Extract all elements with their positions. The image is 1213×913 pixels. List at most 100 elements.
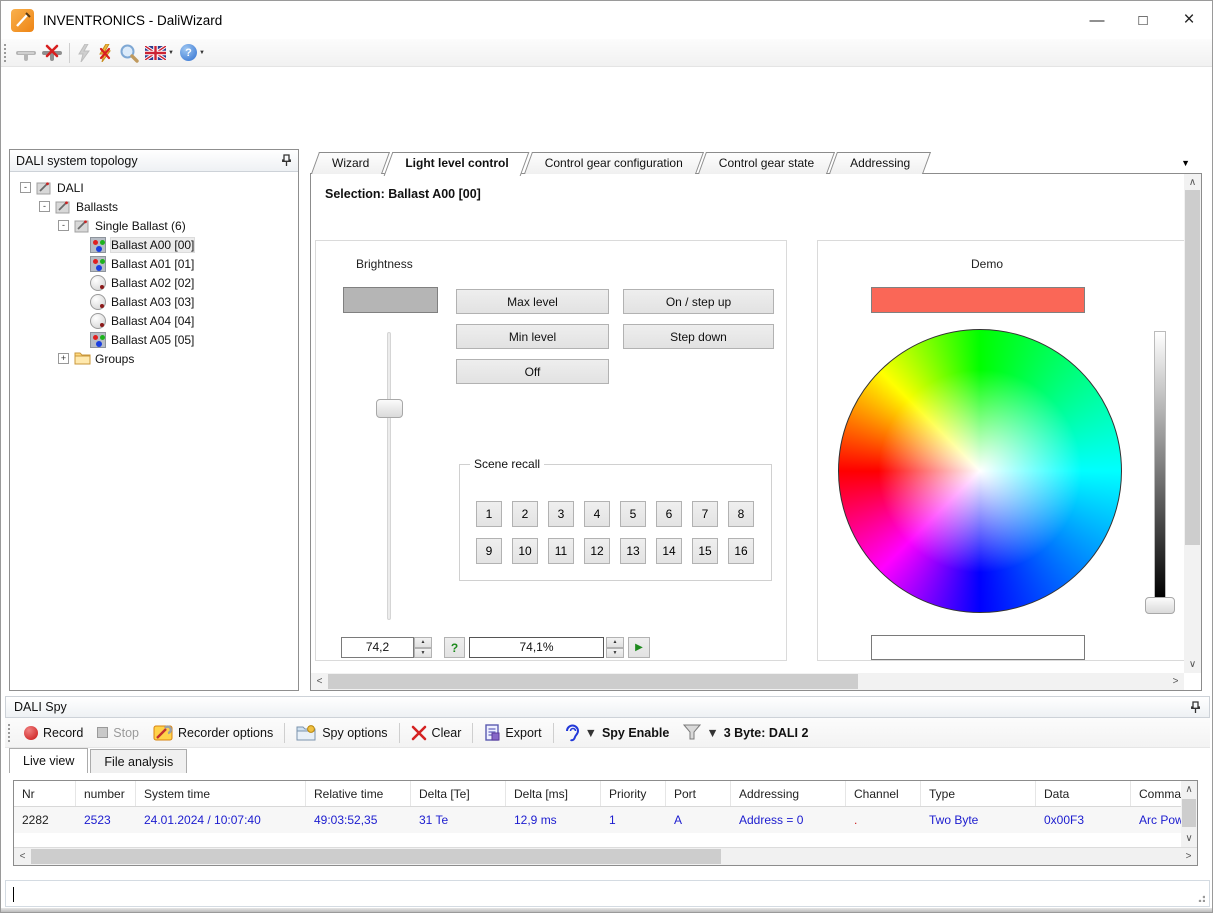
- scrollbar-thumb[interactable]: [1185, 190, 1200, 545]
- tree-item-groups[interactable]: + Groups: [10, 349, 298, 368]
- tree-item-ballasts[interactable]: - Ballasts: [10, 197, 298, 216]
- col-header[interactable]: System time: [136, 781, 306, 806]
- scene-button-8[interactable]: 8: [728, 501, 754, 527]
- power-off-button[interactable]: [94, 41, 116, 65]
- scene-button-15[interactable]: 15: [692, 538, 718, 564]
- spy-enable-button[interactable]: ▼ Spy Enable: [558, 720, 677, 746]
- power-on-button[interactable]: [74, 41, 94, 65]
- apply-play-button[interactable]: ▶: [628, 637, 650, 658]
- pin-icon[interactable]: [281, 154, 292, 167]
- col-header[interactable]: Nr: [14, 781, 76, 806]
- scene-button-2[interactable]: 2: [512, 501, 538, 527]
- record-button[interactable]: Record: [17, 720, 90, 746]
- col-header[interactable]: number: [76, 781, 136, 806]
- scene-button-3[interactable]: 3: [548, 501, 574, 527]
- scrollbar-thumb[interactable]: [1182, 799, 1196, 827]
- col-header[interactable]: Priority: [601, 781, 666, 806]
- tree-item-ballast-a05[interactable]: Ballast A05 [05]: [10, 330, 298, 349]
- table-row[interactable]: 2282 2523 24.01.2024 / 10:07:40 49:03:52…: [14, 807, 1181, 833]
- demo-text-field[interactable]: [871, 635, 1085, 660]
- scroll-right-icon[interactable]: >: [1167, 673, 1184, 690]
- disconnect-button[interactable]: [39, 41, 65, 65]
- brightness-value-input[interactable]: 74,2: [341, 637, 414, 658]
- tab-wizard[interactable]: Wizard: [315, 152, 386, 174]
- spy-options-button[interactable]: Spy options: [289, 720, 394, 746]
- toolbar-grip[interactable]: [4, 44, 8, 62]
- scrollbar-thumb[interactable]: [328, 674, 858, 689]
- tree-item-ballast-a01[interactable]: Ballast A01 [01]: [10, 254, 298, 273]
- scene-button-10[interactable]: 10: [512, 538, 538, 564]
- min-level-button[interactable]: Min level: [456, 324, 609, 349]
- content-horizontal-scrollbar[interactable]: < >: [311, 673, 1184, 690]
- scene-button-6[interactable]: 6: [656, 501, 682, 527]
- brightness-value-spinner[interactable]: ▲▼: [414, 637, 432, 658]
- close-button[interactable]: ×: [1166, 1, 1212, 39]
- step-down-button[interactable]: Step down: [623, 324, 774, 349]
- export-button[interactable]: Export: [477, 720, 548, 746]
- tree-item-ballast-a00[interactable]: Ballast A00 [00]: [10, 235, 298, 254]
- help-button[interactable]: ? ▼: [177, 41, 208, 65]
- col-header[interactable]: Port: [666, 781, 731, 806]
- pin-icon[interactable]: [1190, 701, 1201, 714]
- toolbar-grip[interactable]: [8, 724, 12, 742]
- intensity-slider-thumb[interactable]: [1145, 597, 1175, 614]
- scene-button-1[interactable]: 1: [476, 501, 502, 527]
- col-header[interactable]: Type: [921, 781, 1036, 806]
- color-wheel[interactable]: [838, 329, 1122, 613]
- scroll-down-icon[interactable]: ∨: [1181, 830, 1197, 847]
- scroll-up-icon[interactable]: ∧: [1181, 781, 1197, 798]
- tree-item-ballast-a03[interactable]: Ballast A03 [03]: [10, 292, 298, 311]
- tab-list-dropdown[interactable]: ▼: [1181, 158, 1190, 168]
- col-header[interactable]: Comma: [1131, 781, 1181, 806]
- table-horizontal-scrollbar[interactable]: < >: [14, 847, 1197, 865]
- scene-button-16[interactable]: 16: [728, 538, 754, 564]
- max-level-button[interactable]: Max level: [456, 289, 609, 314]
- tab-addressing[interactable]: Addressing: [833, 152, 927, 174]
- scrollbar-thumb[interactable]: [31, 849, 721, 864]
- off-button[interactable]: Off: [456, 359, 609, 384]
- expander-icon[interactable]: -: [58, 220, 69, 231]
- brightness-slider-track[interactable]: [387, 332, 391, 620]
- brightness-percent-input[interactable]: 74,1%: [469, 637, 604, 658]
- language-button[interactable]: ▼: [142, 41, 177, 65]
- search-button[interactable]: [116, 41, 142, 65]
- col-header[interactable]: Relative time: [306, 781, 411, 806]
- scene-button-14[interactable]: 14: [656, 538, 682, 564]
- tree-item-ballast-a04[interactable]: Ballast A04 [04]: [10, 311, 298, 330]
- scroll-down-icon[interactable]: ∨: [1184, 656, 1201, 673]
- scene-button-9[interactable]: 9: [476, 538, 502, 564]
- content-vertical-scrollbar[interactable]: ∧ ∨: [1184, 174, 1201, 673]
- scene-button-7[interactable]: 7: [692, 501, 718, 527]
- scroll-left-icon[interactable]: <: [14, 848, 31, 865]
- brightness-slider-thumb[interactable]: [376, 399, 403, 418]
- resize-grip[interactable]: [1195, 892, 1205, 902]
- tab-control-gear-state[interactable]: Control gear state: [702, 152, 831, 174]
- tab-control-gear-configuration[interactable]: Control gear configuration: [528, 152, 700, 174]
- col-header[interactable]: Addressing: [731, 781, 846, 806]
- tree-item-single-ballast[interactable]: - Single Ballast (6): [10, 216, 298, 235]
- expander-icon[interactable]: -: [20, 182, 31, 193]
- scene-button-13[interactable]: 13: [620, 538, 646, 564]
- filter-button[interactable]: ▼ 3 Byte: DALI 2: [676, 720, 815, 746]
- scroll-right-icon[interactable]: >: [1180, 848, 1197, 865]
- scroll-up-icon[interactable]: ∧: [1184, 174, 1201, 191]
- col-header[interactable]: Data: [1036, 781, 1131, 806]
- tree-item-ballast-a02[interactable]: Ballast A02 [02]: [10, 273, 298, 292]
- expander-icon[interactable]: +: [58, 353, 69, 364]
- status-bar[interactable]: [5, 880, 1210, 907]
- tab-file-analysis[interactable]: File analysis: [90, 749, 187, 773]
- col-header[interactable]: Delta [ms]: [506, 781, 601, 806]
- brightness-percent-spinner[interactable]: ▲▼: [606, 637, 624, 658]
- connect-button[interactable]: [13, 41, 39, 65]
- intensity-slider-track[interactable]: [1154, 331, 1166, 599]
- stop-button[interactable]: Stop: [90, 720, 146, 746]
- expander-icon[interactable]: -: [39, 201, 50, 212]
- col-header[interactable]: Delta [Te]: [411, 781, 506, 806]
- recorder-options-button[interactable]: Recorder options: [146, 720, 280, 746]
- col-header[interactable]: Channel: [846, 781, 921, 806]
- scene-button-12[interactable]: 12: [584, 538, 610, 564]
- table-vertical-scrollbar[interactable]: ∧ ∨: [1181, 781, 1197, 847]
- scroll-left-icon[interactable]: <: [311, 673, 328, 690]
- tree-item-dali[interactable]: - DALI: [10, 178, 298, 197]
- scene-button-4[interactable]: 4: [584, 501, 610, 527]
